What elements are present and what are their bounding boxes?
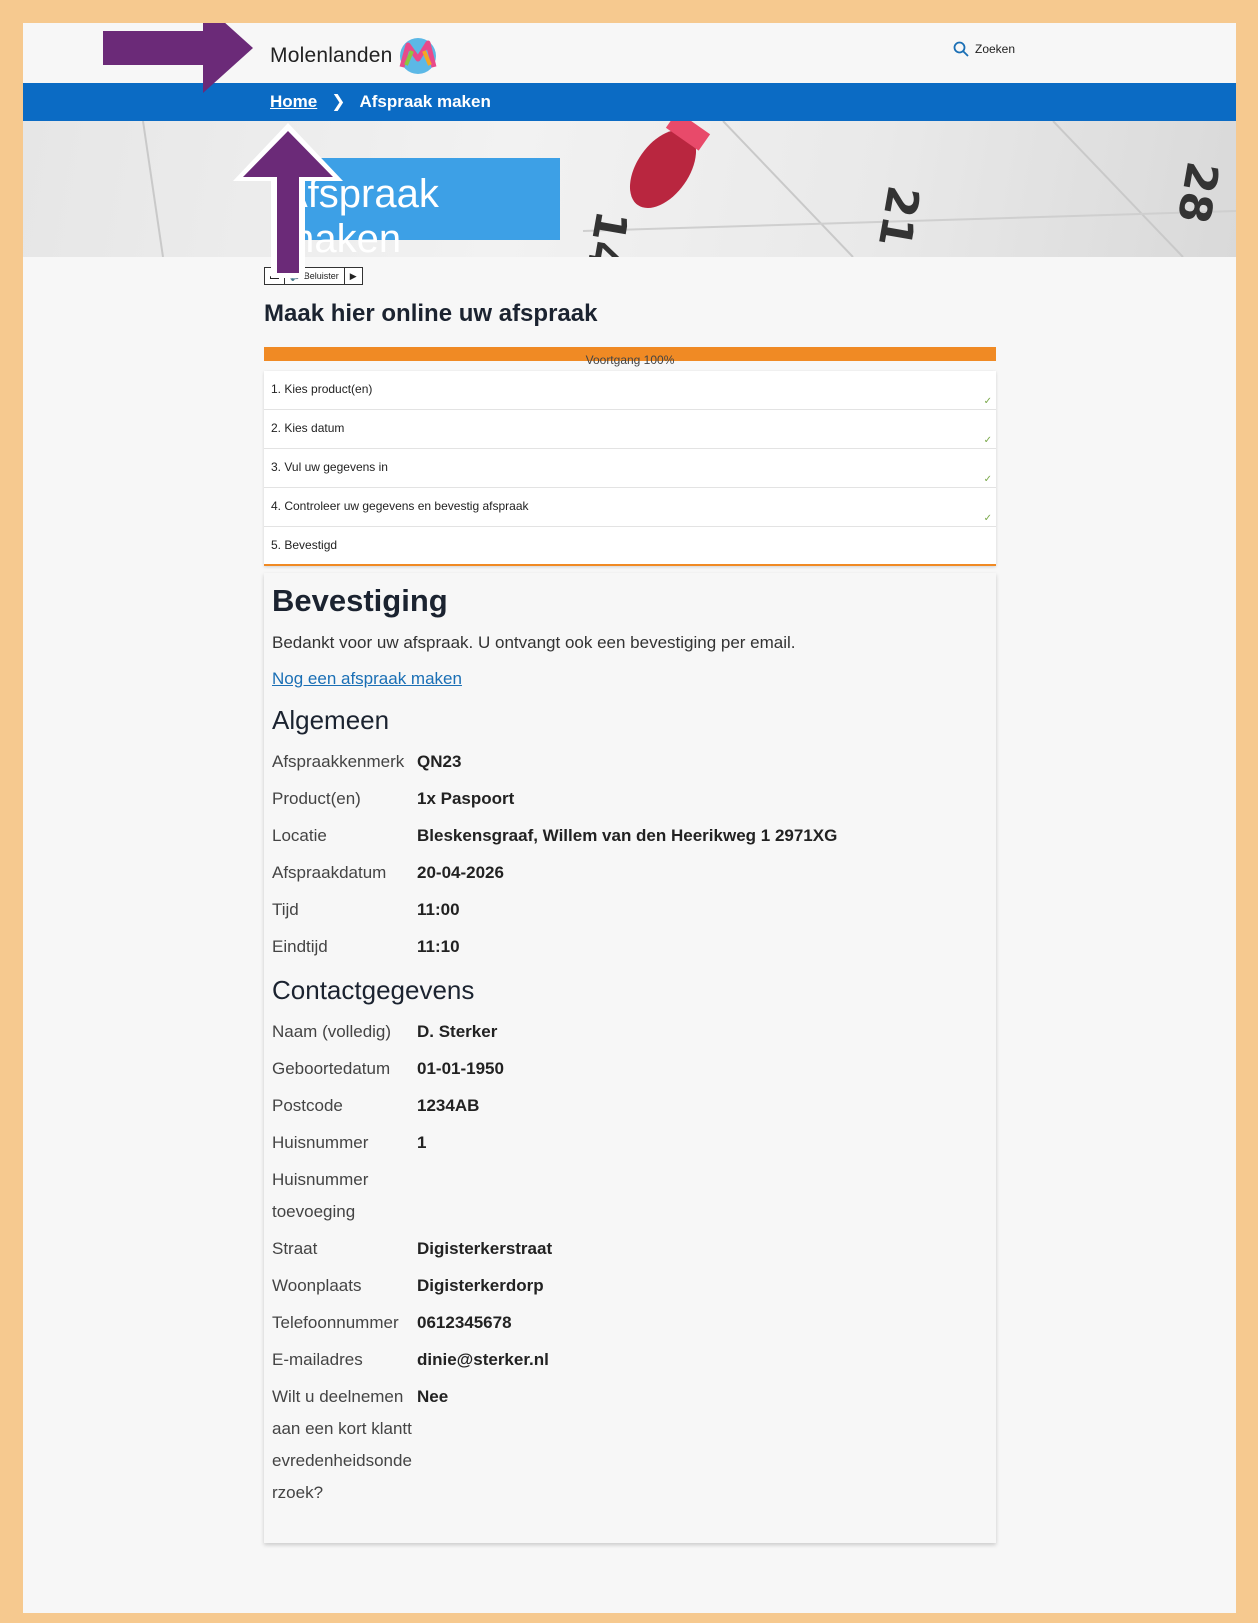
detail-row: Afspraakdatum 20-04-2026 — [272, 863, 504, 882]
detail-row: Tijd 11:00 — [272, 900, 460, 919]
calendar-number: 28 — [1167, 158, 1228, 227]
hero-banner: 21 14 28 Afspraak maken — [23, 121, 1236, 257]
breadcrumb-current: Afspraak maken — [359, 92, 491, 111]
arrow-up-icon — [233, 123, 343, 278]
detail-row: Eindtijd 11:10 — [272, 937, 460, 956]
chevron-right-icon: ❯ — [331, 92, 346, 111]
contact-section-title: Contactgegevens — [272, 975, 475, 1005]
breadcrumb: Home ❯ Afspraak maken — [270, 92, 491, 112]
checkmark-icon: ✓ — [983, 474, 992, 485]
detail-row: Huisnummer toevoeging — [272, 1170, 369, 1221]
detail-row: Wilt u deelnemen aan een kort klanttevre… — [272, 1387, 449, 1502]
progress-label: Voortgang 100% — [585, 353, 675, 367]
calendar-number: 14 — [576, 207, 637, 257]
breadcrumb-home-link[interactable]: Home — [270, 92, 317, 112]
checkmark-icon: ✓ — [983, 396, 992, 407]
confirmation-title: Bevestiging — [272, 583, 448, 618]
search-button[interactable]: Zoeken — [953, 41, 1015, 57]
page-heading: Maak hier online uw afspraak — [264, 300, 598, 327]
detail-row: Huisnummer 1 — [272, 1133, 427, 1152]
molenlanden-logo-icon — [400, 38, 437, 74]
detail-row: Afspraakkenmerk QN23 — [272, 752, 462, 771]
step-list: 1. Kies product(en) ✓ 2. Kies datum ✓ 3. V… — [264, 371, 996, 566]
detail-row: Straat Digisterkerstraat — [272, 1239, 553, 1258]
step-item: 1. Kies product(en) ✓ — [264, 371, 996, 410]
search-icon — [953, 41, 969, 57]
step-item: 4. Controleer uw gegevens en bevestig af… — [264, 488, 996, 527]
detail-row: Telefoonnummer 0612345678 — [272, 1313, 512, 1332]
checkmark-icon: ✓ — [983, 513, 992, 524]
detail-row: E-mailadres dinie@sterker.nl — [272, 1350, 549, 1369]
step-item: 3. Vul uw gegevens in ✓ — [264, 449, 996, 488]
calendar-background-image: 21 14 28 — [142, 121, 1236, 257]
site-logo[interactable]: Molenlanden — [270, 37, 438, 75]
checkmark-icon: ✓ — [983, 435, 992, 446]
arrow-right-icon — [103, 23, 253, 93]
calendar-number: 21 — [868, 182, 929, 251]
step-item: 5. Bevestigd — [264, 527, 996, 566]
confirmation-message: Bedankt voor uw afspraak. U ontvangt ook… — [272, 633, 796, 652]
detail-row: Woonplaats Digisterkerdorp — [272, 1276, 544, 1295]
detail-row: Postcode 1234AB — [272, 1096, 480, 1115]
logo-text: Molenlanden — [270, 44, 393, 67]
detail-row: Locatie Bleskensgraaf, Willem van den Hee… — [272, 826, 838, 845]
detail-row: Geboortedatum 01-01-1950 — [272, 1059, 504, 1078]
confirmation-card: Bevestiging Bedankt voor uw afspraak. U … — [264, 573, 996, 1543]
step-item: 2. Kies datum ✓ — [264, 410, 996, 449]
play-icon[interactable]: ▶ — [345, 268, 362, 284]
browser-frame: Molenlanden Zoeken Home ❯ Afspraak maken — [23, 23, 1236, 1613]
detail-row: Naam (volledig) D. Sterker — [272, 1022, 498, 1041]
search-label: Zoeken — [975, 42, 1016, 56]
detail-row: Product(en) 1x Paspoort — [272, 789, 515, 808]
general-section-title: Algemeen — [272, 705, 390, 735]
new-appointment-link[interactable]: Nog een afspraak maken — [272, 669, 462, 689]
